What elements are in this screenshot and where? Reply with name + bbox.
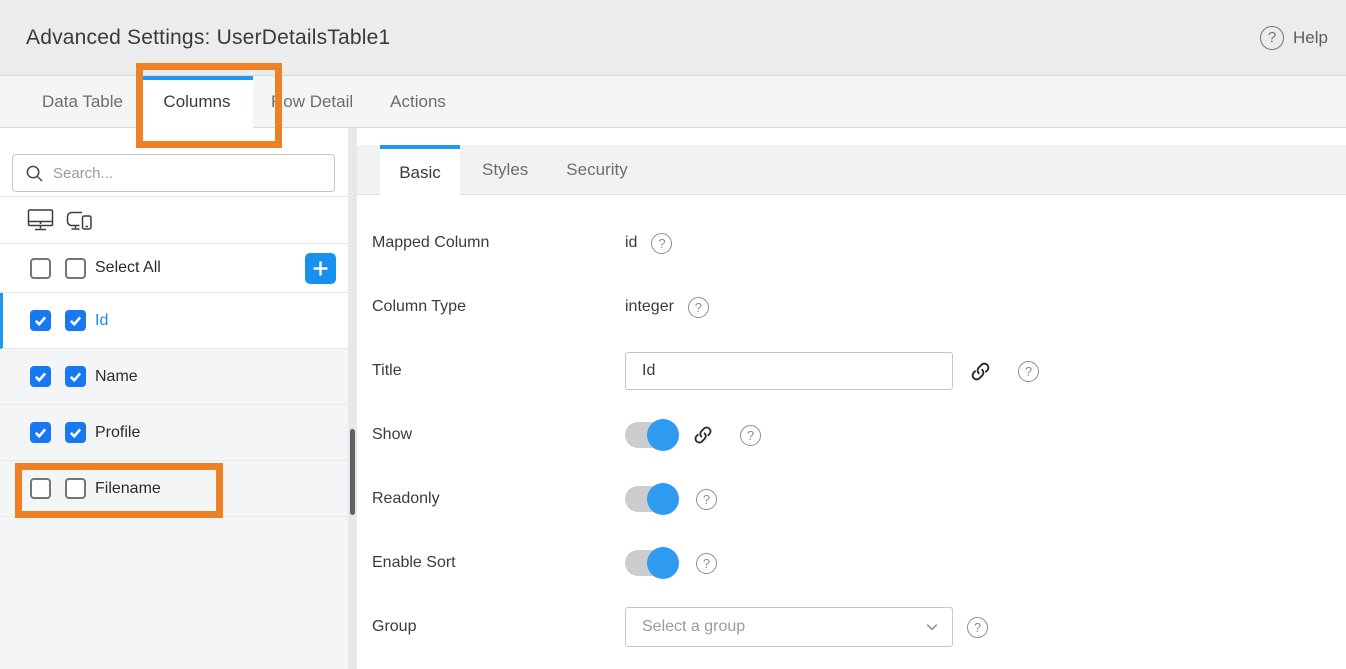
tab-data-table[interactable]: Data Table xyxy=(42,76,123,127)
panel-tabs: Basic Styles Security xyxy=(357,145,1346,195)
search-input[interactable] xyxy=(53,165,324,182)
readonly-toggle-knob xyxy=(647,483,679,515)
column-item-name[interactable]: Name xyxy=(0,349,348,405)
filename-web-checkbox[interactable] xyxy=(30,478,51,499)
desktop-icon[interactable] xyxy=(27,208,54,233)
column-item-label: Name xyxy=(95,368,138,386)
basic-settings-form: Mapped Column id ? Column Type integer ?… xyxy=(357,195,1346,659)
enable-sort-label: Enable Sort xyxy=(372,554,625,572)
readonly-row: Readonly ? xyxy=(372,467,1346,531)
select-all-web-checkbox[interactable] xyxy=(30,258,51,279)
help-label: Help xyxy=(1293,28,1328,48)
tab-styles[interactable]: Styles xyxy=(482,145,528,194)
show-help-icon[interactable]: ? xyxy=(740,425,761,446)
mapped-column-value: id xyxy=(625,234,637,252)
column-type-row: Column Type integer ? xyxy=(372,275,1346,339)
name-web-checkbox[interactable] xyxy=(30,366,51,387)
column-item-label: Filename xyxy=(95,480,161,498)
mapped-column-label: Mapped Column xyxy=(372,234,625,252)
tab-columns[interactable]: Columns xyxy=(141,76,253,145)
enable-sort-row: Enable Sort ? xyxy=(372,531,1346,595)
column-item-label: Id xyxy=(95,312,108,330)
profile-mobile-checkbox[interactable] xyxy=(65,422,86,443)
device-toggle-row xyxy=(0,196,348,244)
add-column-button[interactable] xyxy=(305,253,336,284)
column-type-value: integer xyxy=(625,298,674,316)
group-select-placeholder: Select a group xyxy=(642,618,924,636)
enable-sort-toggle-knob xyxy=(647,547,679,579)
column-item-profile[interactable]: Profile xyxy=(0,405,348,461)
show-row: Show ? xyxy=(372,403,1346,467)
show-toggle-knob xyxy=(647,419,679,451)
show-label: Show xyxy=(372,426,625,444)
sidebar-scrollbar xyxy=(348,128,357,669)
id-web-checkbox[interactable] xyxy=(30,310,51,331)
select-all-row: Select All xyxy=(0,244,348,293)
group-label: Group xyxy=(372,618,625,636)
tab-actions[interactable]: Actions xyxy=(390,76,446,127)
mapped-column-row: Mapped Column id ? xyxy=(372,211,1346,275)
readonly-toggle[interactable] xyxy=(625,486,678,512)
title-input[interactable] xyxy=(625,352,953,390)
tab-row-detail[interactable]: Row Detail xyxy=(271,76,353,127)
page-title: Advanced Settings: UserDetailsTable1 xyxy=(26,26,390,50)
select-all-label: Select All xyxy=(95,259,161,277)
column-item-id[interactable]: Id xyxy=(0,293,348,349)
select-all-mobile-checkbox[interactable] xyxy=(65,258,86,279)
help-circle-icon: ? xyxy=(1260,26,1284,50)
filename-mobile-checkbox[interactable] xyxy=(65,478,86,499)
group-row: Group Select a group ? xyxy=(372,595,1346,659)
column-type-help-icon[interactable]: ? xyxy=(688,297,709,318)
title-link-icon[interactable] xyxy=(969,360,992,383)
content-area: Select All Id xyxy=(0,128,1346,669)
sidebar-scrollbar-thumb[interactable] xyxy=(350,429,355,515)
devices-icon[interactable] xyxy=(65,208,94,233)
id-mobile-checkbox[interactable] xyxy=(65,310,86,331)
main-tabs: Data Table Columns Row Detail Actions xyxy=(0,76,1346,128)
column-item-filename[interactable]: Filename xyxy=(0,461,348,517)
advanced-settings-window: Advanced Settings: UserDetailsTable1 ? H… xyxy=(0,0,1346,669)
tab-security[interactable]: Security xyxy=(566,145,627,194)
column-type-label: Column Type xyxy=(372,298,625,316)
header: Advanced Settings: UserDetailsTable1 ? H… xyxy=(0,0,1346,76)
enable-sort-help-icon[interactable]: ? xyxy=(696,553,717,574)
search-box[interactable] xyxy=(12,154,335,192)
profile-web-checkbox[interactable] xyxy=(30,422,51,443)
panel-top-gap xyxy=(357,128,1346,145)
column-settings-panel: Basic Styles Security Mapped Column id ?… xyxy=(357,128,1346,669)
enable-sort-toggle[interactable] xyxy=(625,550,678,576)
chevron-down-icon xyxy=(924,619,940,635)
search-icon xyxy=(25,164,44,183)
group-help-icon[interactable]: ? xyxy=(967,617,988,638)
columns-sidebar: Select All Id xyxy=(0,128,348,669)
mapped-column-help-icon[interactable]: ? xyxy=(651,233,672,254)
readonly-help-icon[interactable]: ? xyxy=(696,489,717,510)
sidebar-empty-area xyxy=(0,517,348,669)
name-mobile-checkbox[interactable] xyxy=(65,366,86,387)
title-row: Title ? xyxy=(372,339,1346,403)
help-button[interactable]: ? Help xyxy=(1260,26,1328,50)
readonly-label: Readonly xyxy=(372,490,625,508)
show-toggle[interactable] xyxy=(625,422,678,448)
title-help-icon[interactable]: ? xyxy=(1018,361,1039,382)
title-label: Title xyxy=(372,362,625,380)
tab-basic[interactable]: Basic xyxy=(380,145,460,196)
show-link-icon[interactable] xyxy=(692,424,714,446)
group-select[interactable]: Select a group xyxy=(625,607,953,647)
column-item-label: Profile xyxy=(95,424,140,442)
